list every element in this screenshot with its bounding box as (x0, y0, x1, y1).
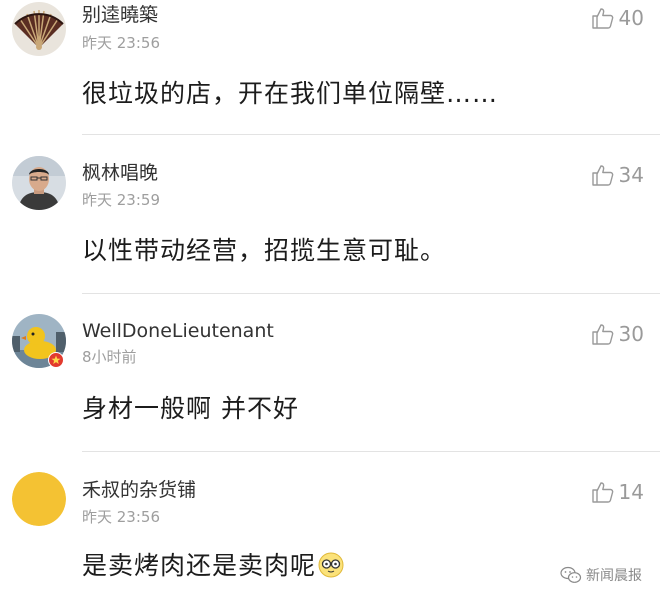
man-portrait-icon (12, 156, 66, 210)
timestamp: 8小时前 (82, 348, 137, 366)
username[interactable]: 枫林唱晚 (82, 161, 158, 185)
watermark: 新闻晨报 (560, 565, 642, 585)
timestamp: 昨天 23:56 (82, 508, 160, 526)
username[interactable]: WellDoneLieutenant (82, 319, 274, 343)
divider (82, 134, 660, 135)
like-button[interactable]: 30 (591, 322, 644, 346)
folding-fan-icon (12, 2, 66, 56)
glasses-face-emoji-icon (318, 552, 344, 578)
like-button[interactable]: 34 (591, 163, 644, 187)
yellow-circle-icon (12, 472, 66, 526)
comment-text-content: 是卖烤肉还是卖肉呢 (82, 551, 317, 580)
like-button[interactable]: 14 (591, 480, 644, 504)
avatar[interactable] (12, 472, 66, 526)
verified-badge-icon (48, 352, 64, 368)
avatar[interactable] (12, 2, 66, 56)
comment-text: 以性带动经营，招揽生意可耻。 (82, 236, 447, 265)
comment-text: 是卖烤肉还是卖肉呢 (82, 550, 344, 582)
thumbs-up-icon (591, 324, 613, 345)
divider (82, 293, 660, 294)
username[interactable]: 禾叔的杂货铺 (82, 478, 196, 502)
like-count: 40 (618, 6, 644, 30)
thumbs-up-icon (591, 8, 613, 29)
username[interactable]: 别逵曉築 (82, 3, 158, 27)
avatar[interactable] (12, 156, 66, 210)
divider (82, 451, 660, 452)
thumbs-up-icon (591, 482, 613, 503)
watermark-text: 新闻晨报 (586, 568, 642, 584)
wechat-icon (560, 566, 582, 583)
timestamp: 昨天 23:59 (82, 191, 160, 209)
thumbs-up-icon (591, 165, 613, 186)
like-button[interactable]: 40 (591, 6, 644, 30)
like-count: 34 (618, 163, 644, 187)
comment-text: 很垃圾的店，开在我们单位隔壁…… (82, 79, 499, 108)
like-count: 14 (618, 480, 644, 504)
comment-text: 身材一般啊 并不好 (82, 394, 299, 423)
timestamp: 昨天 23:56 (82, 34, 160, 52)
like-count: 30 (618, 322, 644, 346)
